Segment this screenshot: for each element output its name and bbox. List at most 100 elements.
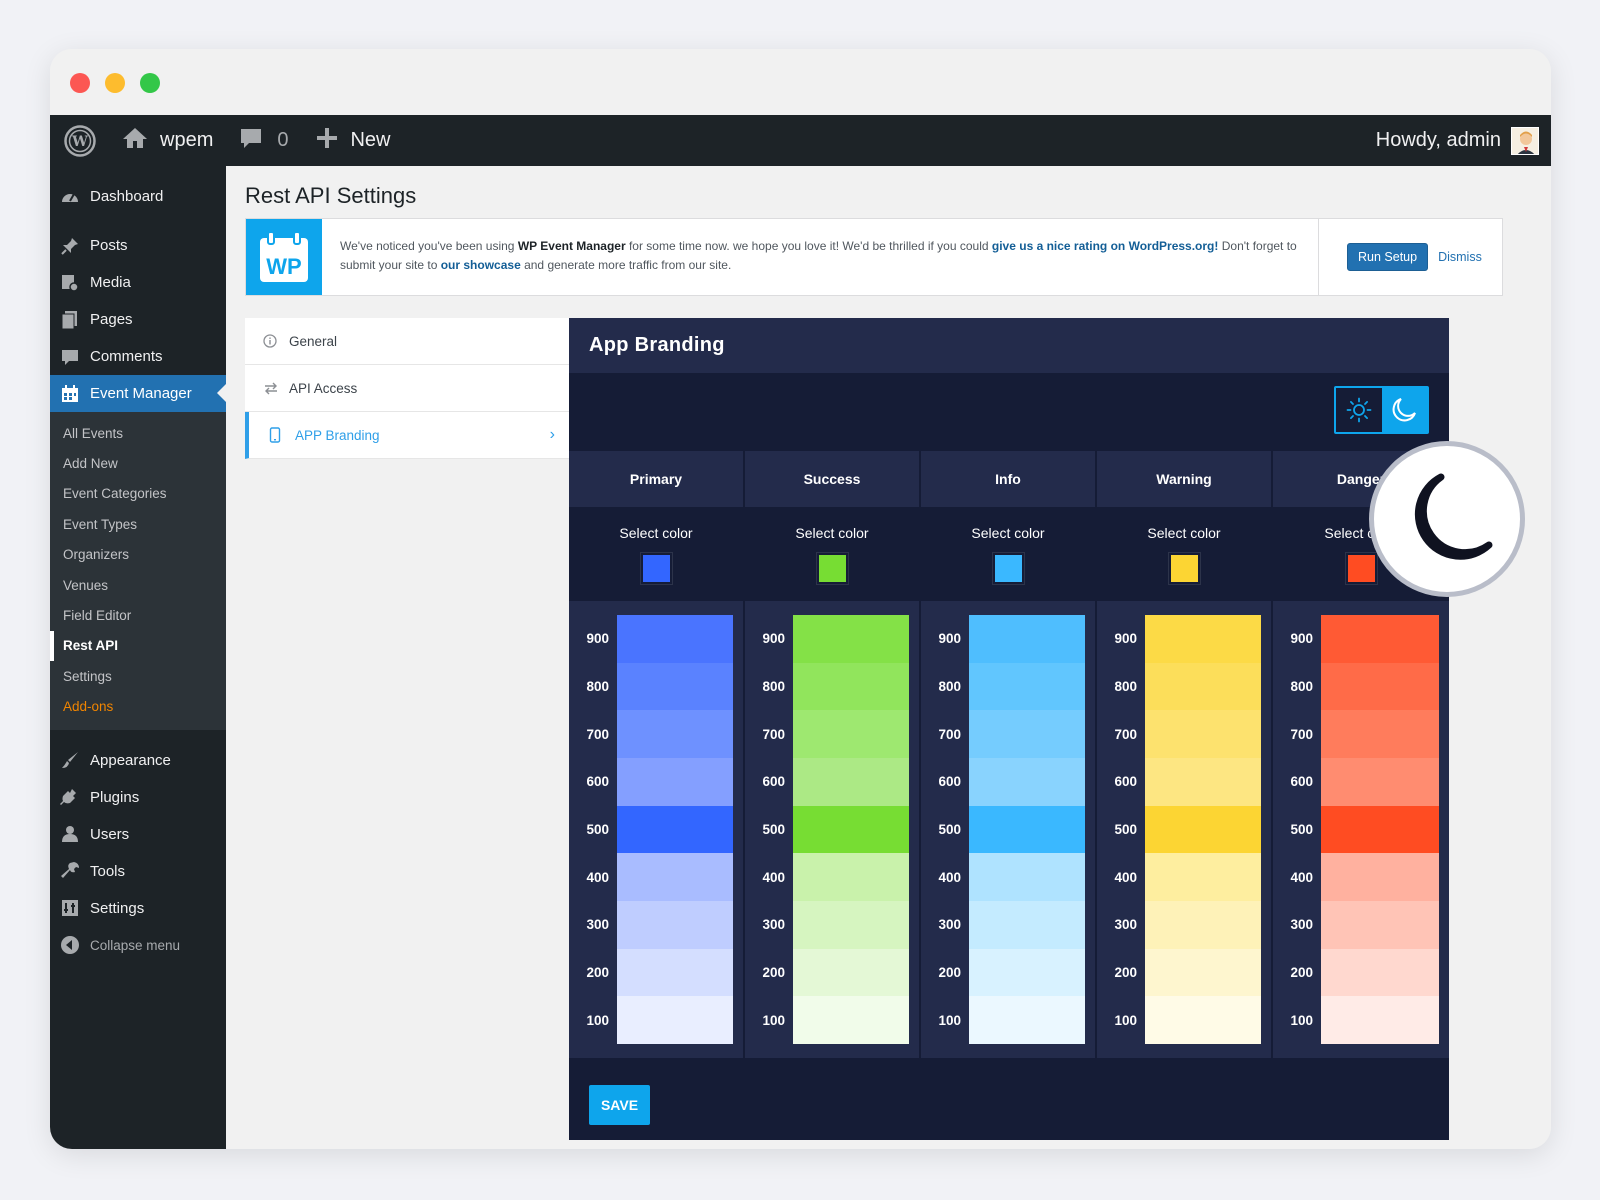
sidebar-item-event-manager[interactable]: Event Manager [50, 375, 226, 412]
submenu-venues[interactable]: Venues [50, 570, 226, 600]
wordpress-logo-icon[interactable]: W [54, 115, 106, 166]
submenu-add-ons[interactable]: Add-ons [50, 692, 226, 722]
shade-swatch[interactable] [617, 853, 733, 902]
shade-swatch[interactable] [1145, 996, 1261, 1045]
shade-swatch[interactable] [617, 758, 733, 806]
shade-swatch[interactable] [617, 662, 733, 711]
shade-swatch[interactable] [617, 901, 733, 949]
sidebar-item-users[interactable]: Users [50, 816, 226, 853]
shade-swatch[interactable] [793, 901, 909, 949]
light-mode-button[interactable] [1336, 388, 1382, 432]
shade-swatch[interactable] [969, 853, 1085, 902]
sidebar-item-dashboard[interactable]: Dashboard [50, 178, 226, 215]
tab-api-access[interactable]: API Access [245, 365, 569, 412]
shade-swatch[interactable] [1321, 615, 1439, 663]
rating-link[interactable]: give us a nice rating on WordPress.org! [992, 239, 1219, 253]
shade-labels: 900 800 700 600 500 400 300 200 100 [745, 615, 793, 1044]
shade-swatch[interactable] [969, 901, 1085, 949]
comment-icon [60, 347, 80, 367]
shade-swatch[interactable] [1145, 901, 1261, 949]
shade-swatch[interactable] [969, 758, 1085, 806]
submenu-organizers[interactable]: Organizers [50, 540, 226, 570]
color-swatch[interactable] [639, 551, 673, 585]
shade-swatch[interactable] [1321, 948, 1439, 997]
shade-swatch[interactable] [793, 710, 909, 759]
shade-swatch[interactable] [1145, 948, 1261, 997]
shade-swatch[interactable] [1145, 853, 1261, 902]
column-header: Info [921, 451, 1095, 507]
shade-swatch[interactable] [969, 805, 1085, 854]
shade-swatch[interactable] [793, 615, 909, 663]
shade-swatch[interactable] [969, 662, 1085, 711]
close-window-button[interactable] [70, 73, 90, 93]
shade-label: 600 [1290, 774, 1313, 790]
submenu-event-categories[interactable]: Event Categories [50, 479, 226, 509]
shade-swatch[interactable] [793, 662, 909, 711]
sidebar-item-posts[interactable]: Posts [50, 227, 226, 264]
sidebar-item-plugins[interactable]: Plugins [50, 779, 226, 816]
shade-label: 300 [586, 917, 609, 933]
color-swatch[interactable] [815, 551, 849, 585]
submenu-event-types[interactable]: Event Types [50, 509, 226, 539]
shade-swatch[interactable] [1145, 662, 1261, 711]
theme-toggle[interactable] [1334, 386, 1429, 434]
shade-swatch[interactable] [1145, 758, 1261, 806]
minimize-window-button[interactable] [105, 73, 125, 93]
sidebar-item-appearance[interactable]: Appearance [50, 742, 226, 779]
tab-app-branding[interactable]: APP Branding › [245, 412, 569, 459]
shade-swatch[interactable] [1321, 853, 1439, 902]
shade-swatch[interactable] [793, 758, 909, 806]
shade-swatch[interactable] [1321, 805, 1439, 854]
color-swatch[interactable] [1344, 551, 1378, 585]
comments-link[interactable]: 0 [239, 115, 288, 166]
run-setup-button[interactable]: Run Setup [1347, 243, 1429, 271]
sidebar-item-tools[interactable]: Tools [50, 853, 226, 890]
site-name-link[interactable]: wpem [122, 115, 213, 166]
shade-swatch[interactable] [969, 615, 1085, 663]
dark-mode-button[interactable] [1381, 388, 1427, 432]
color-swatch[interactable] [991, 551, 1025, 585]
shade-swatch[interactable] [617, 805, 733, 854]
shade-swatch[interactable] [1145, 710, 1261, 759]
showcase-link[interactable]: our showcase [441, 258, 521, 272]
tab-general[interactable]: General [245, 318, 569, 365]
sidebar-item-comments[interactable]: Comments [50, 338, 226, 375]
shade-swatch[interactable] [1321, 662, 1439, 711]
save-button[interactable]: SAVE [589, 1085, 650, 1125]
tab-label: API Access [289, 380, 358, 396]
shade-swatch[interactable] [1321, 996, 1439, 1045]
sidebar-item-media[interactable]: Media [50, 264, 226, 301]
shade-swatch[interactable] [617, 615, 733, 663]
shade-swatch[interactable] [1145, 615, 1261, 663]
shade-swatch[interactable] [1321, 710, 1439, 759]
shade-swatch[interactable] [617, 948, 733, 997]
submenu-settings[interactable]: Settings [50, 661, 226, 691]
shade-swatch[interactable] [793, 948, 909, 997]
sidebar-item-pages[interactable]: Pages [50, 301, 226, 338]
account-menu[interactable]: Howdy, admin [1376, 115, 1539, 166]
shade-swatch[interactable] [793, 996, 909, 1045]
shade-swatch[interactable] [969, 996, 1085, 1045]
shade-swatch[interactable] [793, 853, 909, 902]
shade-swatch[interactable] [1321, 758, 1439, 806]
submenu-rest-api[interactable]: Rest API [50, 630, 226, 662]
shade-swatch[interactable] [617, 996, 733, 1045]
shade-swatch[interactable] [969, 948, 1085, 997]
dismiss-link[interactable]: Dismiss [1438, 250, 1482, 264]
collapse-menu-button[interactable]: Collapse menu [50, 927, 226, 964]
sidebar-item-label: Comments [90, 348, 163, 365]
sidebar-item-label: Dashboard [90, 188, 164, 205]
plugin-icon [60, 787, 80, 807]
shade-swatch[interactable] [1145, 805, 1261, 854]
shade-swatch[interactable] [1321, 901, 1439, 949]
shade-swatch[interactable] [617, 710, 733, 759]
shade-swatch[interactable] [969, 710, 1085, 759]
submenu-add-new[interactable]: Add New [50, 448, 226, 478]
color-swatch[interactable] [1167, 551, 1201, 585]
new-content-link[interactable]: New [316, 115, 391, 166]
shade-swatch[interactable] [793, 805, 909, 854]
submenu-field-editor[interactable]: Field Editor [50, 600, 226, 630]
submenu-all-events[interactable]: All Events [50, 418, 226, 448]
sidebar-item-settings[interactable]: Settings [50, 890, 226, 927]
maximize-window-button[interactable] [140, 73, 160, 93]
